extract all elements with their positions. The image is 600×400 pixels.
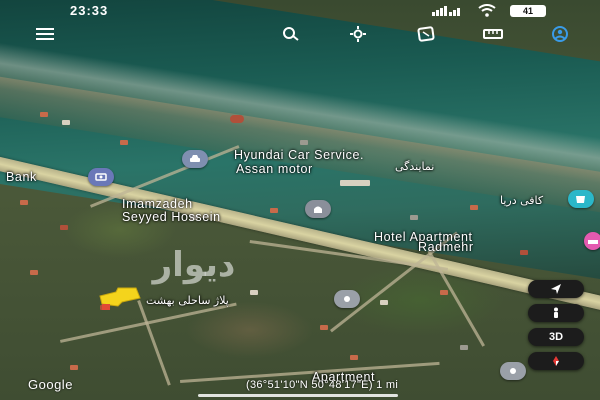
pegman-icon — [554, 307, 558, 318]
pegman-button[interactable] — [528, 304, 584, 322]
car-service-pin[interactable] — [182, 150, 208, 168]
car-icon — [190, 155, 200, 162]
profile-icon[interactable] — [547, 24, 573, 44]
bank-pin[interactable] — [88, 168, 114, 186]
building-roof — [460, 345, 468, 350]
building-roof — [380, 300, 388, 305]
label-plaz-sahel-behesht[interactable]: پلاژ ساحلی بهشت — [146, 294, 229, 307]
mosque-pin[interactable] — [305, 200, 331, 218]
mosque-icon — [314, 206, 322, 213]
bed-icon — [588, 240, 598, 244]
building-roof — [520, 250, 528, 255]
label-hyundai-car-service[interactable]: Hyundai Car Service. — [234, 148, 364, 162]
building-roof — [70, 365, 78, 370]
building-roof — [120, 140, 128, 145]
search-icon[interactable] — [278, 24, 304, 44]
home-indicator[interactable] — [198, 394, 398, 397]
building-roof — [410, 215, 418, 220]
side-street — [60, 302, 237, 343]
cafe-icon — [576, 196, 585, 203]
status-time: 23:33 — [70, 3, 109, 18]
divar-watermark: دیوار — [152, 245, 236, 285]
building-roof — [320, 325, 328, 330]
label-cafe-darya[interactable]: کافی دریا — [500, 194, 543, 207]
wifi-icon — [478, 4, 496, 17]
building-roof — [250, 290, 258, 295]
ruler-icon[interactable] — [480, 24, 506, 44]
status-bar: 23:33 41 — [0, 0, 600, 22]
building-roof — [300, 140, 308, 145]
building-roof — [270, 208, 278, 213]
building-roof — [340, 180, 370, 186]
dropped-pin-flag-icon[interactable] — [96, 286, 144, 312]
apartment-pin[interactable] — [500, 362, 526, 380]
label-radmehr[interactable]: Radmehr — [418, 240, 474, 254]
layers-icon[interactable] — [413, 24, 439, 44]
label-bank[interactable]: Bank — [6, 170, 37, 184]
side-street — [137, 300, 171, 386]
building-roof — [20, 200, 28, 205]
place-icon — [510, 368, 516, 374]
building-roof — [470, 205, 478, 210]
place-icon — [344, 296, 350, 302]
building-roof — [350, 355, 358, 360]
menu-icon[interactable] — [32, 24, 58, 44]
building-roof — [60, 225, 68, 230]
building-roof — [440, 290, 448, 295]
battery-icon: 41 — [510, 5, 546, 17]
beach-pin[interactable] — [334, 290, 360, 308]
compass-button[interactable] — [528, 280, 584, 298]
location-button[interactable] — [528, 352, 584, 370]
hotel-pin[interactable] — [584, 232, 600, 250]
building-roof — [230, 115, 244, 123]
label-seyyed-hossein[interactable]: Seyyed Hossein — [122, 210, 221, 224]
3d-toggle-button[interactable]: 3D — [528, 328, 584, 346]
profile-ring — [552, 26, 568, 42]
bank-icon — [95, 173, 107, 181]
cafe-pin[interactable] — [568, 190, 594, 208]
building-roof — [40, 112, 48, 117]
building-roof — [30, 270, 38, 275]
google-logo: Google — [28, 377, 73, 392]
coordinates-readout: (36°51'10"N 50°48'17"E) 1 mi — [246, 379, 399, 391]
navigation-arrow-icon — [551, 284, 561, 294]
settings-icon[interactable] — [345, 24, 371, 44]
battery-level: 41 — [522, 6, 533, 16]
label-assan-motor-arabic[interactable]: نمایندگی — [395, 160, 434, 173]
label-assan-motor[interactable]: Assan motor — [236, 162, 313, 176]
label-imamzadeh[interactable]: Imamzadeh — [122, 197, 193, 211]
compass-marker-icon — [553, 356, 559, 366]
building-roof — [62, 120, 70, 125]
signal-icon — [432, 6, 460, 16]
